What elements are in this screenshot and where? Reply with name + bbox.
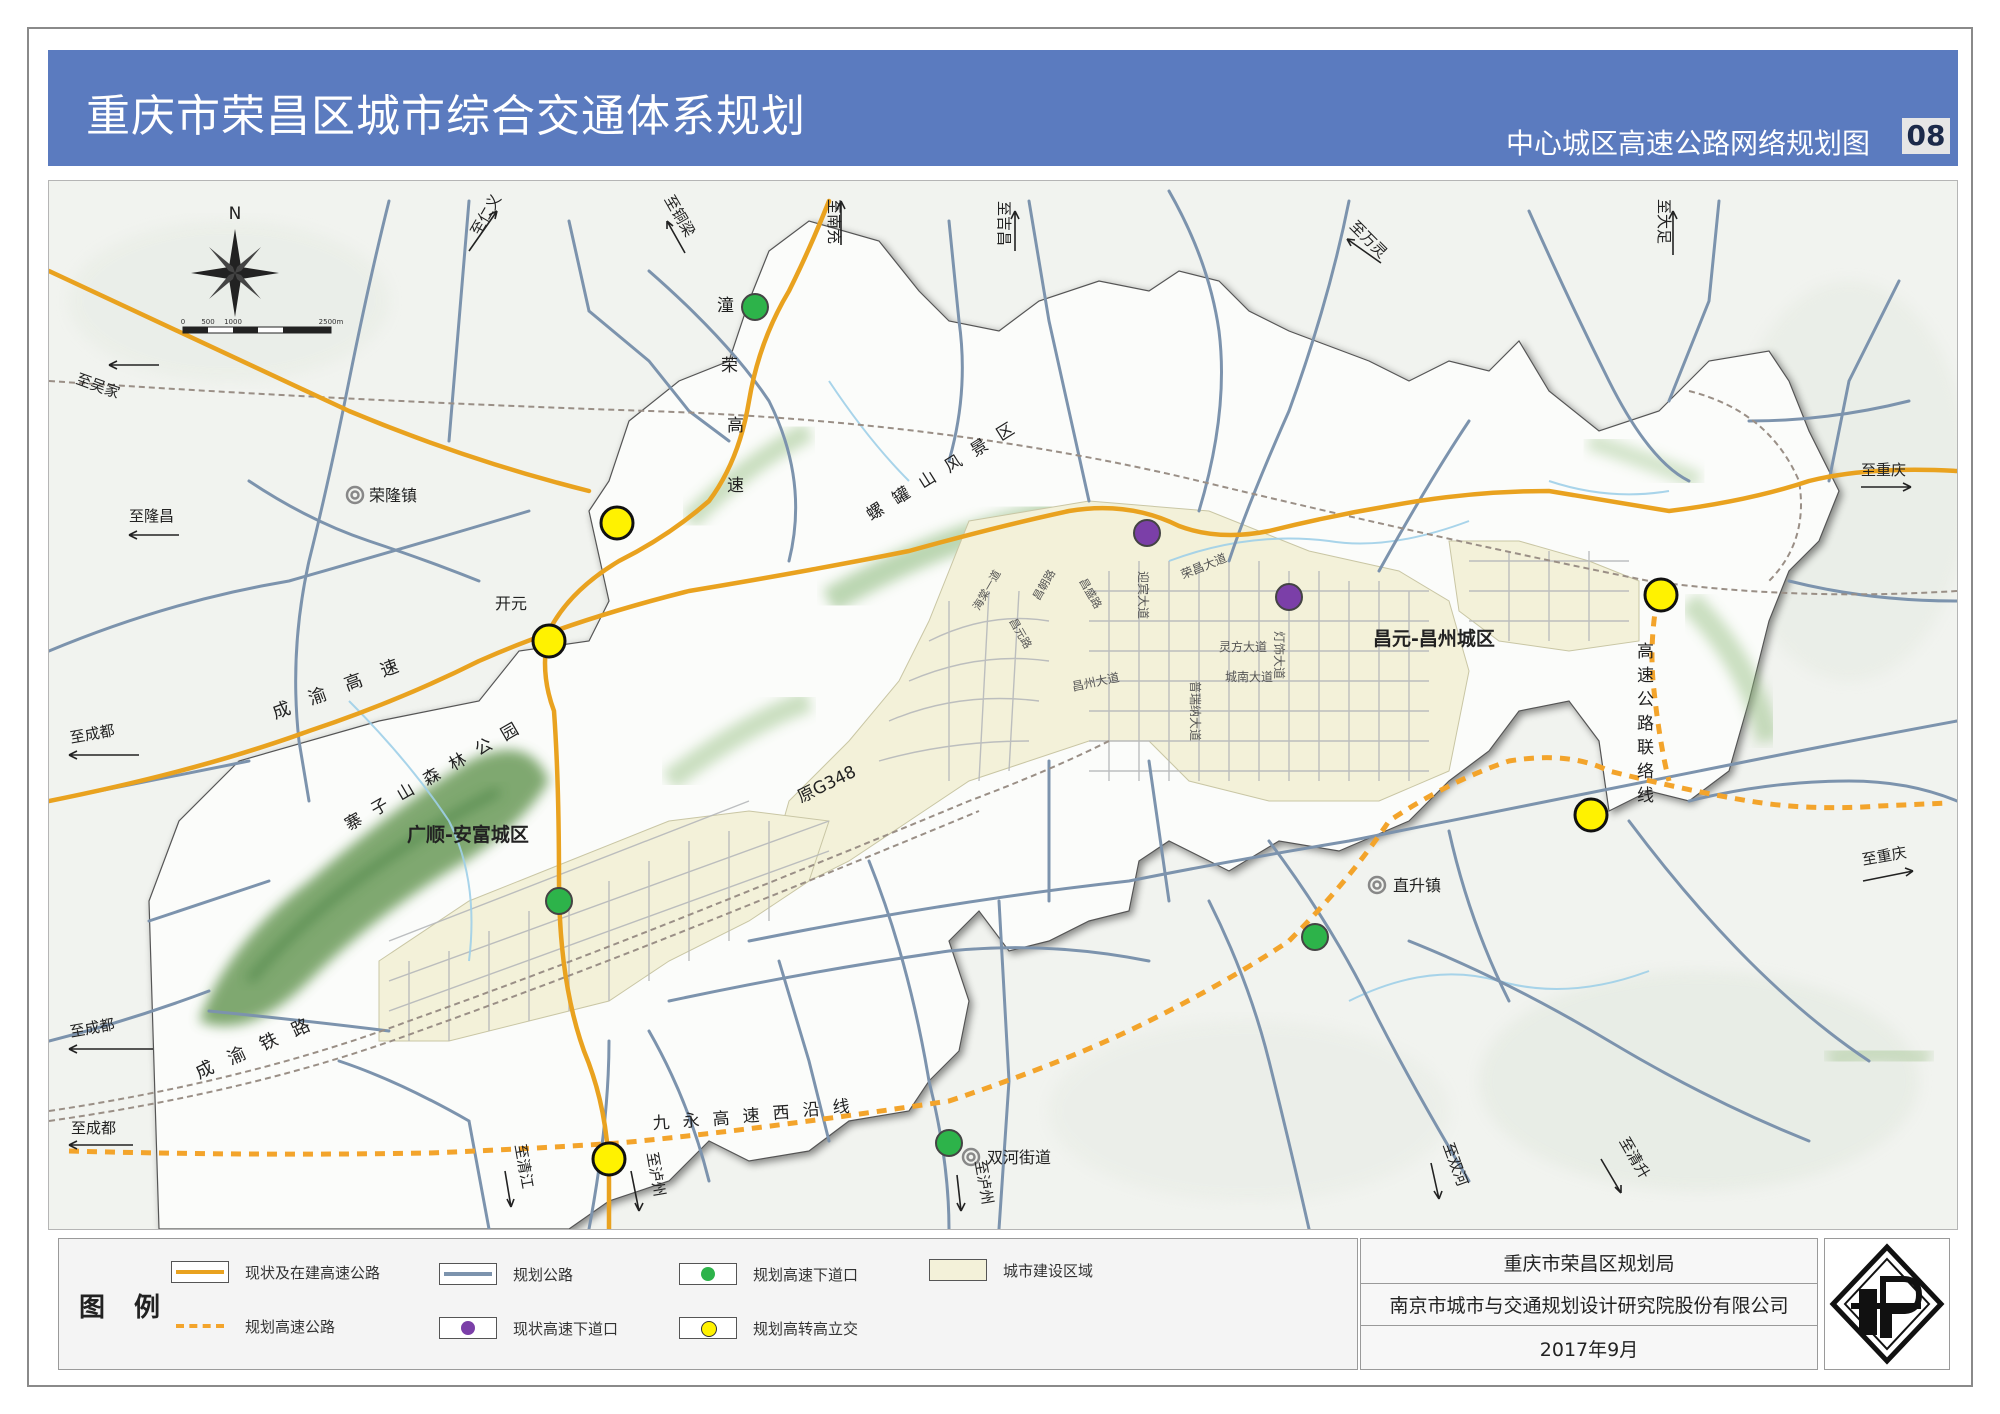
svg-text:络: 络 (1637, 762, 1654, 782)
sheet-number: 08 (1902, 118, 1950, 154)
svg-text:高: 高 (712, 1109, 730, 1130)
svg-text:城南大道: 城南大道 (1225, 669, 1273, 684)
map-panel: N 0 500 1000 2500m 至仁义 至铜梁 至南充 至吉昌 至万灵 至… (48, 180, 1958, 1230)
svg-text:1000: 1000 (224, 318, 242, 326)
svg-text:至南充: 至南充 (825, 199, 843, 244)
planned-interchange (935, 1129, 963, 1157)
legend-item-planned-road: 规划公路 (439, 1261, 573, 1287)
svg-text:速: 速 (742, 1106, 760, 1127)
legend-item-hub-interchange: 规划高转高立交 (679, 1315, 858, 1341)
hub-interchange (531, 623, 567, 659)
svg-text:至大足: 至大足 (1655, 199, 1673, 244)
map-subtitle: 中心城区高速公路网络规划图 (1505, 127, 1870, 160)
institute-logo-icon (1829, 1243, 1945, 1365)
svg-text:西: 西 (772, 1103, 790, 1124)
credit-divider (1361, 1283, 1817, 1284)
legend-label: 规划高转高立交 (753, 1319, 859, 1338)
svg-text:2500m: 2500m (319, 318, 344, 326)
svg-text:联: 联 (1637, 738, 1654, 758)
credit-divider (1361, 1325, 1817, 1326)
legend-item-existing-expressway: 现状及在建高速公路 (171, 1259, 380, 1285)
legend-item-existing-exit: 现状高速下道口 (439, 1315, 618, 1341)
credit-date: 2017年9月 (1539, 1339, 1639, 1361)
svg-text:至隆昌: 至隆昌 (129, 507, 174, 525)
institute-logo (1824, 1238, 1950, 1370)
map-title: 重庆市荣昌区城市综合交通体系规划 (86, 91, 806, 142)
legend-urban-area-icon (929, 1259, 987, 1281)
svg-text:灵方大道: 灵方大道 (1219, 639, 1267, 654)
legend-item-planned-exit: 规划高速下道口 (679, 1261, 858, 1287)
svg-text:公: 公 (1637, 690, 1654, 710)
legend-label: 现状高速下道口 (513, 1319, 619, 1338)
credit-org2: 南京市城市与交通规划设计研究院股份有限公司 (1389, 1295, 1789, 1317)
svg-text:开元: 开元 (495, 594, 527, 613)
planned-interchange (1301, 923, 1329, 951)
svg-text:永: 永 (682, 1111, 700, 1132)
legend-existing-exit-icon (439, 1317, 497, 1339)
svg-text:灯饰大道: 灯饰大道 (1272, 631, 1286, 679)
hub-interchange (1643, 577, 1679, 613)
credits-box: 重庆市荣昌区规划局 南京市城市与交通规划设计研究院股份有限公司 2017年9月 (1360, 1238, 1818, 1370)
legend-existing-expressway-icon (171, 1261, 229, 1283)
legend-planned-exit-icon (679, 1263, 737, 1285)
svg-text:直升镇: 直升镇 (1393, 876, 1441, 895)
legend-label: 规划公路 (513, 1265, 574, 1284)
legend-label: 城市建设区域 (1003, 1261, 1094, 1280)
existing-interchange (1275, 583, 1303, 611)
svg-text:九: 九 (652, 1113, 670, 1134)
svg-text:广顺-安富城区: 广顺-安富城区 (407, 823, 529, 846)
legend-planned-expressway-icon (171, 1315, 229, 1337)
legend-label: 现状及在建高速公路 (245, 1263, 381, 1282)
svg-text:荣: 荣 (721, 356, 738, 376)
svg-text:荣隆镇: 荣隆镇 (369, 486, 417, 505)
svg-text:0: 0 (181, 318, 185, 326)
svg-text:线: 线 (1637, 786, 1654, 806)
legend-item-planned-expressway: 规划高速公路 (171, 1313, 335, 1339)
svg-text:速: 速 (727, 476, 744, 496)
svg-text:线: 线 (832, 1097, 850, 1118)
legend-planned-road-icon (439, 1263, 497, 1285)
credit-org1: 重庆市荣昌区规划局 (1503, 1253, 1675, 1275)
legend-title: 图 例 (79, 1293, 171, 1323)
svg-text:至成都: 至成都 (71, 1119, 116, 1137)
title-banner: 重庆市荣昌区城市综合交通体系规划 中心城区高速公路网络规划图 08 (48, 50, 1958, 166)
hub-interchange (599, 505, 635, 541)
planned-interchange (545, 887, 573, 915)
legend-hub-interchange-icon (679, 1317, 737, 1339)
svg-text:沿: 沿 (802, 1100, 820, 1121)
svg-text:普瑞纳大道: 普瑞纳大道 (1188, 681, 1202, 741)
svg-text:昌元-昌州城区: 昌元-昌州城区 (1373, 627, 1495, 650)
existing-interchange (1133, 519, 1161, 547)
map-canvas[interactable]: N 0 500 1000 2500m 至仁义 至铜梁 至南充 至吉昌 至万灵 至… (49, 181, 1957, 1229)
svg-text:高: 高 (727, 416, 744, 436)
hub-interchange (1573, 797, 1609, 833)
planned-interchange (741, 293, 769, 321)
legend-label: 规划高速下道口 (753, 1265, 859, 1284)
legend-label: 规划高速公路 (245, 1317, 336, 1336)
svg-text:至重庆: 至重庆 (1861, 461, 1906, 479)
legend-item-urban-area: 城市建设区域 (929, 1257, 1093, 1283)
svg-text:迎宾大道: 迎宾大道 (1136, 571, 1151, 619)
svg-text:至吉昌: 至吉昌 (995, 201, 1013, 246)
svg-text:500: 500 (201, 318, 214, 326)
hub-interchange (591, 1141, 627, 1177)
svg-text:双河街道: 双河街道 (987, 1148, 1051, 1167)
svg-text:速: 速 (1637, 666, 1654, 686)
map-legend: 图 例 现状及在建高速公路 规划公路 规划高速下道口 城市建设区域 规划高速公路… (58, 1238, 1358, 1370)
svg-text:潼: 潼 (717, 296, 734, 316)
compass-north-label: N (229, 204, 242, 224)
svg-text:路: 路 (1637, 714, 1654, 734)
svg-text:高: 高 (1637, 642, 1654, 662)
